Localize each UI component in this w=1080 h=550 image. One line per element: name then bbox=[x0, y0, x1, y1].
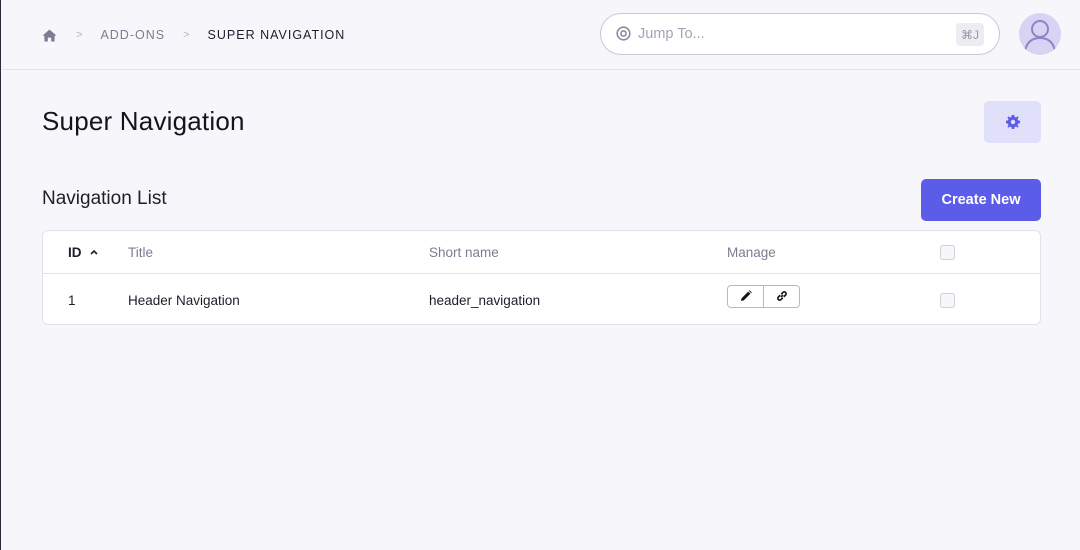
row-checkbox[interactable] bbox=[940, 292, 955, 308]
column-header-id-label: ID bbox=[68, 244, 82, 260]
pencil-icon bbox=[740, 290, 752, 302]
link-button[interactable] bbox=[764, 284, 800, 308]
app-frame: > Add-Ons > Super Navigation ⌘J Super Na… bbox=[0, 0, 1080, 550]
shortcut-badge: ⌘J bbox=[956, 23, 984, 46]
table-row[interactable]: 1 Header Navigation header_navigation bbox=[43, 275, 1040, 324]
row-short-name: header_navigation bbox=[429, 292, 541, 308]
sort-asc-icon bbox=[89, 249, 98, 255]
table-header: ID Title Short name Manage bbox=[43, 231, 1040, 274]
select-all-cell bbox=[940, 231, 955, 273]
create-new-button[interactable]: Create New bbox=[921, 179, 1041, 221]
top-bar: > Add-Ons > Super Navigation ⌘J bbox=[2, 0, 1080, 70]
select-all-checkbox[interactable] bbox=[940, 244, 955, 260]
gear-icon bbox=[1005, 115, 1020, 129]
home-icon[interactable] bbox=[42, 27, 58, 43]
navigation-table: ID Title Short name Manage 1 Header Navi… bbox=[42, 230, 1041, 325]
page-title: Super Navigation bbox=[42, 106, 245, 136]
breadcrumb-separator: > bbox=[183, 29, 190, 41]
jump-to-input[interactable] bbox=[638, 26, 938, 42]
section-title: Navigation List bbox=[42, 188, 167, 209]
column-header-title[interactable]: Title bbox=[128, 231, 153, 273]
column-header-short-name[interactable]: Short name bbox=[429, 231, 499, 273]
breadcrumb-separator: > bbox=[76, 29, 83, 41]
breadcrumb-current: Super Navigation bbox=[207, 28, 346, 42]
manage-button-group bbox=[727, 284, 800, 308]
target-icon bbox=[616, 26, 632, 42]
breadcrumb: > Add-Ons > Super Navigation bbox=[42, 25, 345, 45]
row-id: 1 bbox=[68, 292, 76, 308]
column-header-id[interactable]: ID bbox=[68, 231, 98, 273]
row-title[interactable]: Header Navigation bbox=[128, 275, 240, 324]
column-header-manage: Manage bbox=[727, 244, 776, 260]
row-select-cell bbox=[940, 275, 955, 324]
edit-button[interactable] bbox=[727, 284, 764, 308]
row-manage bbox=[727, 271, 800, 321]
settings-button[interactable] bbox=[984, 101, 1041, 143]
user-avatar-icon[interactable] bbox=[1019, 13, 1061, 55]
breadcrumb-addons-link[interactable]: Add-Ons bbox=[100, 28, 165, 42]
link-icon bbox=[776, 290, 788, 302]
jump-to-search[interactable]: ⌘J bbox=[600, 13, 1000, 55]
